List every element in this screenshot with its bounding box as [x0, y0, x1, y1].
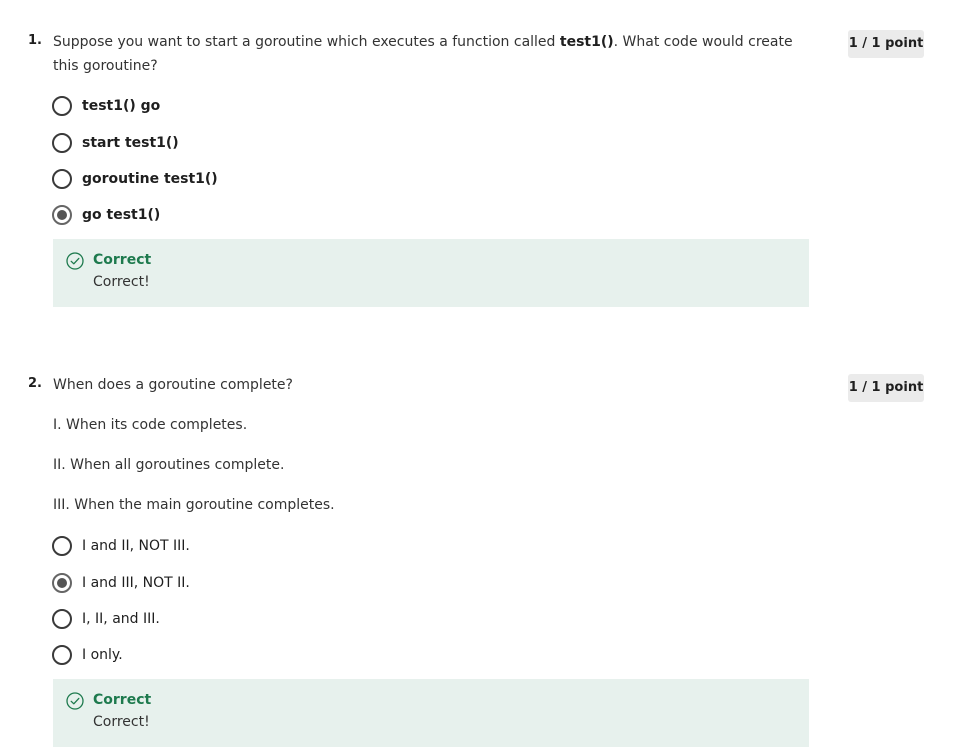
feedback-box: Correct Correct! — [53, 239, 809, 307]
question-number: 2. — [28, 376, 42, 391]
answer-option[interactable]: I, II, and III. — [52, 608, 160, 630]
answer-option[interactable]: I only. — [52, 644, 123, 666]
option-label: I, II, and III. — [82, 611, 160, 627]
option-label: I and III, NOT II. — [82, 575, 190, 591]
question-text-part: Suppose you want to start a goroutine wh… — [53, 34, 560, 50]
option-label: I and II, NOT III. — [82, 538, 190, 554]
check-circle-icon — [66, 692, 84, 710]
question-number: 1. — [28, 33, 42, 48]
points-badge: 1 / 1 point — [848, 30, 924, 58]
radio-button[interactable] — [52, 133, 72, 153]
answer-option[interactable]: goroutine test1() — [52, 168, 218, 190]
question-text: Suppose you want to start a goroutine wh… — [53, 30, 793, 78]
feedback-box: Correct Correct! — [53, 679, 809, 747]
feedback-title: Correct — [93, 692, 152, 708]
question-text-code: test1() — [559, 34, 614, 50]
statement: III. When the main goroutine completes. — [53, 497, 335, 513]
radio-button[interactable] — [52, 96, 72, 116]
feedback-title: Correct — [93, 252, 152, 268]
radio-button[interactable] — [52, 645, 72, 665]
answer-option-selected[interactable]: go test1() — [52, 204, 160, 226]
feedback-text: Correct! — [93, 714, 150, 730]
points-badge: 1 / 1 point — [848, 374, 924, 402]
option-label: go test1() — [82, 207, 161, 223]
statement: II. When all goroutines complete. — [53, 457, 285, 473]
option-label: start test1() — [82, 135, 179, 151]
radio-button[interactable] — [52, 536, 72, 556]
statement: I. When its code completes. — [53, 417, 248, 433]
answer-option-selected[interactable]: I and III, NOT II. — [52, 572, 190, 594]
radio-button-selected[interactable] — [52, 205, 72, 225]
radio-button-selected[interactable] — [52, 573, 72, 593]
option-label: test1() go — [82, 98, 161, 114]
check-circle-icon — [66, 252, 84, 270]
answer-option[interactable]: start test1() — [52, 132, 179, 154]
quiz-page: 1. Suppose you want to start a goroutine… — [0, 0, 960, 753]
option-label: goroutine test1() — [82, 171, 218, 187]
answer-option[interactable]: I and II, NOT III. — [52, 535, 190, 557]
option-label: I only. — [82, 647, 123, 663]
feedback-text: Correct! — [93, 274, 150, 290]
question-text: When does a goroutine complete? — [53, 377, 293, 393]
answer-option[interactable]: test1() go — [52, 95, 160, 117]
radio-button[interactable] — [52, 169, 72, 189]
radio-button[interactable] — [52, 609, 72, 629]
